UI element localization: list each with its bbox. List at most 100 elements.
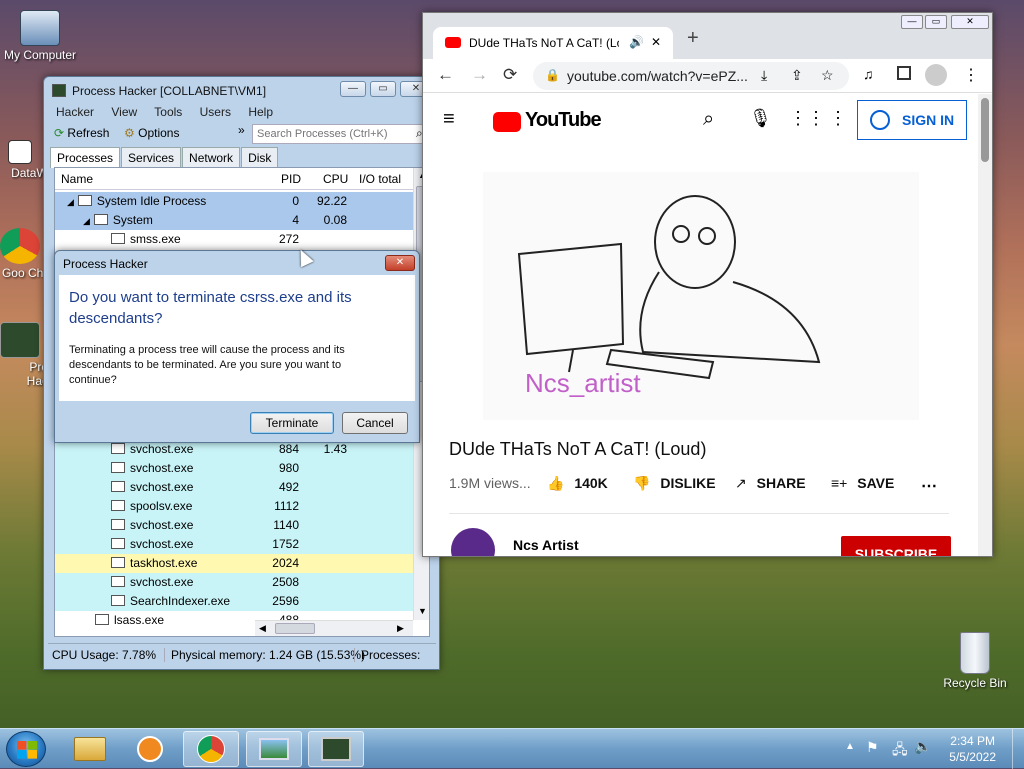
tab-disk[interactable]: Disk bbox=[241, 147, 279, 168]
table-row[interactable]: svchost.exe 2508 bbox=[55, 573, 413, 592]
taskbar-image-viewer[interactable] bbox=[246, 731, 302, 767]
sign-in-button[interactable]: SIGN IN bbox=[857, 100, 967, 140]
dialog-close-button[interactable]: ✕ bbox=[385, 255, 415, 271]
bookmark-star-icon[interactable]: ☆ bbox=[821, 67, 834, 84]
process-name: spoolsv.exe bbox=[130, 499, 193, 513]
lock-icon[interactable]: 🔒 bbox=[545, 68, 560, 82]
chrome-tab[interactable]: DUde THaTs NoT A CaT! (Lo 🔊 ✕ bbox=[433, 27, 673, 59]
tab-services[interactable]: Services bbox=[121, 147, 182, 168]
dislike-button[interactable]: 👎 DISLIKE bbox=[633, 475, 716, 492]
reload-icon[interactable]: ⟳ bbox=[503, 65, 517, 85]
hamburger-menu-icon[interactable]: ≡ bbox=[443, 108, 455, 131]
media-control-icon[interactable]: ♫ bbox=[863, 66, 874, 82]
side-panel-icon[interactable] bbox=[897, 66, 911, 80]
profile-avatar-icon[interactable] bbox=[925, 64, 947, 86]
menu-view[interactable]: View bbox=[111, 105, 137, 119]
desktop-icon-my-computer[interactable]: My Computer bbox=[0, 10, 80, 62]
taskbar-chrome[interactable] bbox=[183, 731, 239, 767]
table-row[interactable]: taskhost.exe 2024 bbox=[55, 554, 413, 573]
window-titlebar[interactable]: Process Hacker [COLLABNET\VM1] — ▭ ✕ bbox=[44, 77, 439, 105]
table-row[interactable]: ◢ System Idle Process 0 92.22 bbox=[55, 192, 413, 211]
terminate-button[interactable]: Terminate bbox=[250, 412, 334, 434]
tab-close-icon[interactable]: ✕ bbox=[651, 35, 661, 49]
folder-icon bbox=[74, 737, 106, 761]
channel-name[interactable]: Ncs Artist bbox=[513, 537, 579, 553]
forward-arrow-icon[interactable]: → bbox=[471, 65, 488, 85]
audio-playing-icon[interactable]: 🔊 bbox=[629, 35, 644, 49]
toolbar-overflow-chevron-icon[interactable]: » bbox=[238, 123, 245, 137]
show-desktop-button[interactable] bbox=[1012, 729, 1024, 769]
microphone-icon[interactable]: 🎙 bbox=[749, 108, 772, 129]
show-hidden-icons-icon[interactable]: ▲ bbox=[845, 741, 855, 752]
network-icon[interactable]: 🖧 bbox=[892, 739, 908, 763]
column-pid[interactable]: PID bbox=[281, 172, 301, 186]
table-row[interactable]: spoolsv.exe 1112 bbox=[55, 497, 413, 516]
process-cpu: 92.22 bbox=[316, 194, 347, 208]
install-icon[interactable]: ⤓ bbox=[761, 67, 767, 84]
subscribe-button[interactable]: SUBSCRIBE bbox=[841, 536, 951, 556]
table-row[interactable]: svchost.exe 492 bbox=[55, 478, 413, 497]
address-bar[interactable]: 🔒 youtube.com/watch?v=ePZ... ⤓ ⇪ ☆ bbox=[533, 62, 849, 90]
video-player[interactable]: Ncs_artist bbox=[483, 172, 919, 420]
channel-avatar[interactable] bbox=[451, 528, 495, 556]
options-button[interactable]: ⚙ Options bbox=[124, 126, 179, 140]
page-scrollbar[interactable] bbox=[978, 94, 992, 556]
menu-hacker[interactable]: Hacker bbox=[56, 105, 94, 119]
horizontal-scrollbar[interactable]: ◀ ▶ bbox=[255, 620, 413, 636]
minimize-button[interactable]: — bbox=[340, 81, 366, 97]
like-button[interactable]: 👍 140K bbox=[547, 475, 608, 492]
youtube-logo-text[interactable]: YouTube bbox=[525, 109, 602, 132]
save-button[interactable]: ≡+ SAVE bbox=[831, 475, 894, 491]
table-row[interactable]: svchost.exe 1752 bbox=[55, 535, 413, 554]
taskbar-explorer[interactable] bbox=[62, 731, 118, 767]
dialog-titlebar[interactable]: Process Hacker ✕ bbox=[55, 251, 419, 275]
menu-help[interactable]: Help bbox=[248, 105, 273, 119]
tab-network[interactable]: Network bbox=[182, 147, 241, 168]
table-row[interactable]: svchost.exe 1140 bbox=[55, 516, 413, 535]
page-scroll-thumb[interactable] bbox=[981, 98, 989, 162]
dialog-title: Process Hacker bbox=[63, 257, 148, 271]
more-options-icon[interactable]: ⋮ bbox=[829, 108, 847, 129]
process-name: svchost.exe bbox=[130, 575, 194, 589]
close-button[interactable]: ✕ bbox=[951, 15, 989, 29]
refresh-button[interactable]: ⟳ Refresh bbox=[54, 126, 109, 140]
system-clock[interactable]: 2:34 PM 5/5/2022 bbox=[949, 733, 996, 765]
action-center-icon[interactable]: ⚑ bbox=[866, 739, 879, 756]
taskbar-process-hacker[interactable] bbox=[308, 731, 364, 767]
menu-tools[interactable]: Tools bbox=[154, 105, 182, 119]
menu-users[interactable]: Users bbox=[200, 105, 231, 119]
cancel-button[interactable]: Cancel bbox=[342, 412, 408, 434]
table-row[interactable]: smss.exe 272 bbox=[55, 230, 413, 249]
h-scroll-thumb[interactable] bbox=[275, 623, 315, 634]
table-row[interactable]: svchost.exe 980 bbox=[55, 459, 413, 478]
start-button[interactable] bbox=[6, 731, 46, 767]
scroll-right-arrow-icon[interactable]: ▶ bbox=[397, 623, 404, 634]
desktop-icon-recycle-bin[interactable]: Recycle Bin bbox=[935, 632, 1015, 690]
apps-grid-icon[interactable]: ⋮⋮ bbox=[789, 108, 825, 129]
column-name[interactable]: Name bbox=[61, 172, 93, 186]
scroll-down-arrow-icon[interactable]: ▼ bbox=[418, 606, 427, 616]
volume-icon[interactable]: 🔈 bbox=[914, 738, 931, 755]
chrome-tabbar: DUde THaTs NoT A CaT! (Lo 🔊 ✕ + — ▭ ✕ bbox=[423, 13, 992, 59]
share-page-icon[interactable]: ⇪ bbox=[791, 67, 803, 84]
more-actions-icon[interactable]: ⋯ bbox=[921, 476, 937, 496]
process-icon bbox=[111, 557, 125, 568]
search-processes-input[interactable] bbox=[252, 124, 434, 144]
taskbar-media-player[interactable] bbox=[122, 731, 178, 767]
share-button[interactable]: ↗ SHARE bbox=[735, 475, 806, 492]
maximize-button[interactable]: ▭ bbox=[370, 81, 396, 97]
table-row[interactable]: ◢ System 4 0.08 bbox=[55, 211, 413, 230]
back-arrow-icon[interactable]: ← bbox=[437, 65, 454, 85]
view-count: 1.9M views... bbox=[449, 475, 531, 491]
column-cpu[interactable]: CPU bbox=[323, 172, 348, 186]
chrome-menu-icon[interactable]: ⋮ bbox=[963, 65, 979, 85]
search-icon[interactable]: ⌕ bbox=[703, 108, 714, 131]
maximize-button[interactable]: ▭ bbox=[925, 15, 947, 29]
scroll-left-arrow-icon[interactable]: ◀ bbox=[259, 623, 266, 634]
new-tab-button[interactable]: + bbox=[687, 27, 699, 50]
menu-bar: Hacker View Tools Users Help bbox=[56, 105, 287, 119]
tab-processes[interactable]: Processes bbox=[50, 147, 121, 168]
minimize-button[interactable]: — bbox=[901, 15, 923, 29]
youtube-logo-icon[interactable] bbox=[493, 112, 521, 132]
table-row[interactable]: SearchIndexer.exe 2596 bbox=[55, 592, 413, 611]
